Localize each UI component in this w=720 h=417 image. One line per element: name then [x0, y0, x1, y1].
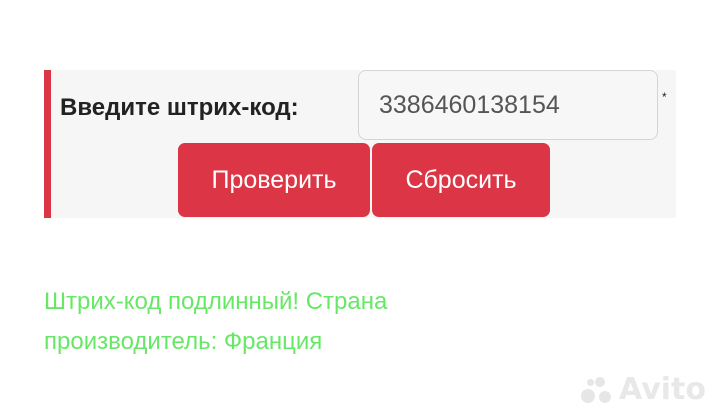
watermark-text: Avito: [619, 372, 706, 407]
avito-watermark: Avito: [579, 372, 706, 407]
form-accent-bar: [44, 70, 51, 218]
avito-logo-icon: [579, 373, 613, 407]
barcode-label: Введите штрих-код:: [60, 94, 299, 121]
reset-button[interactable]: Сбросить: [372, 143, 550, 217]
barcode-input[interactable]: [358, 70, 658, 140]
check-button[interactable]: Проверить: [178, 143, 370, 217]
result-line-2: производитель: Франция: [44, 328, 323, 355]
result-message: Штрих-код подлинный! Страна производител…: [44, 282, 564, 362]
required-mark: *: [662, 90, 667, 104]
result-line-1: Штрих-код подлинный! Страна: [44, 288, 388, 315]
